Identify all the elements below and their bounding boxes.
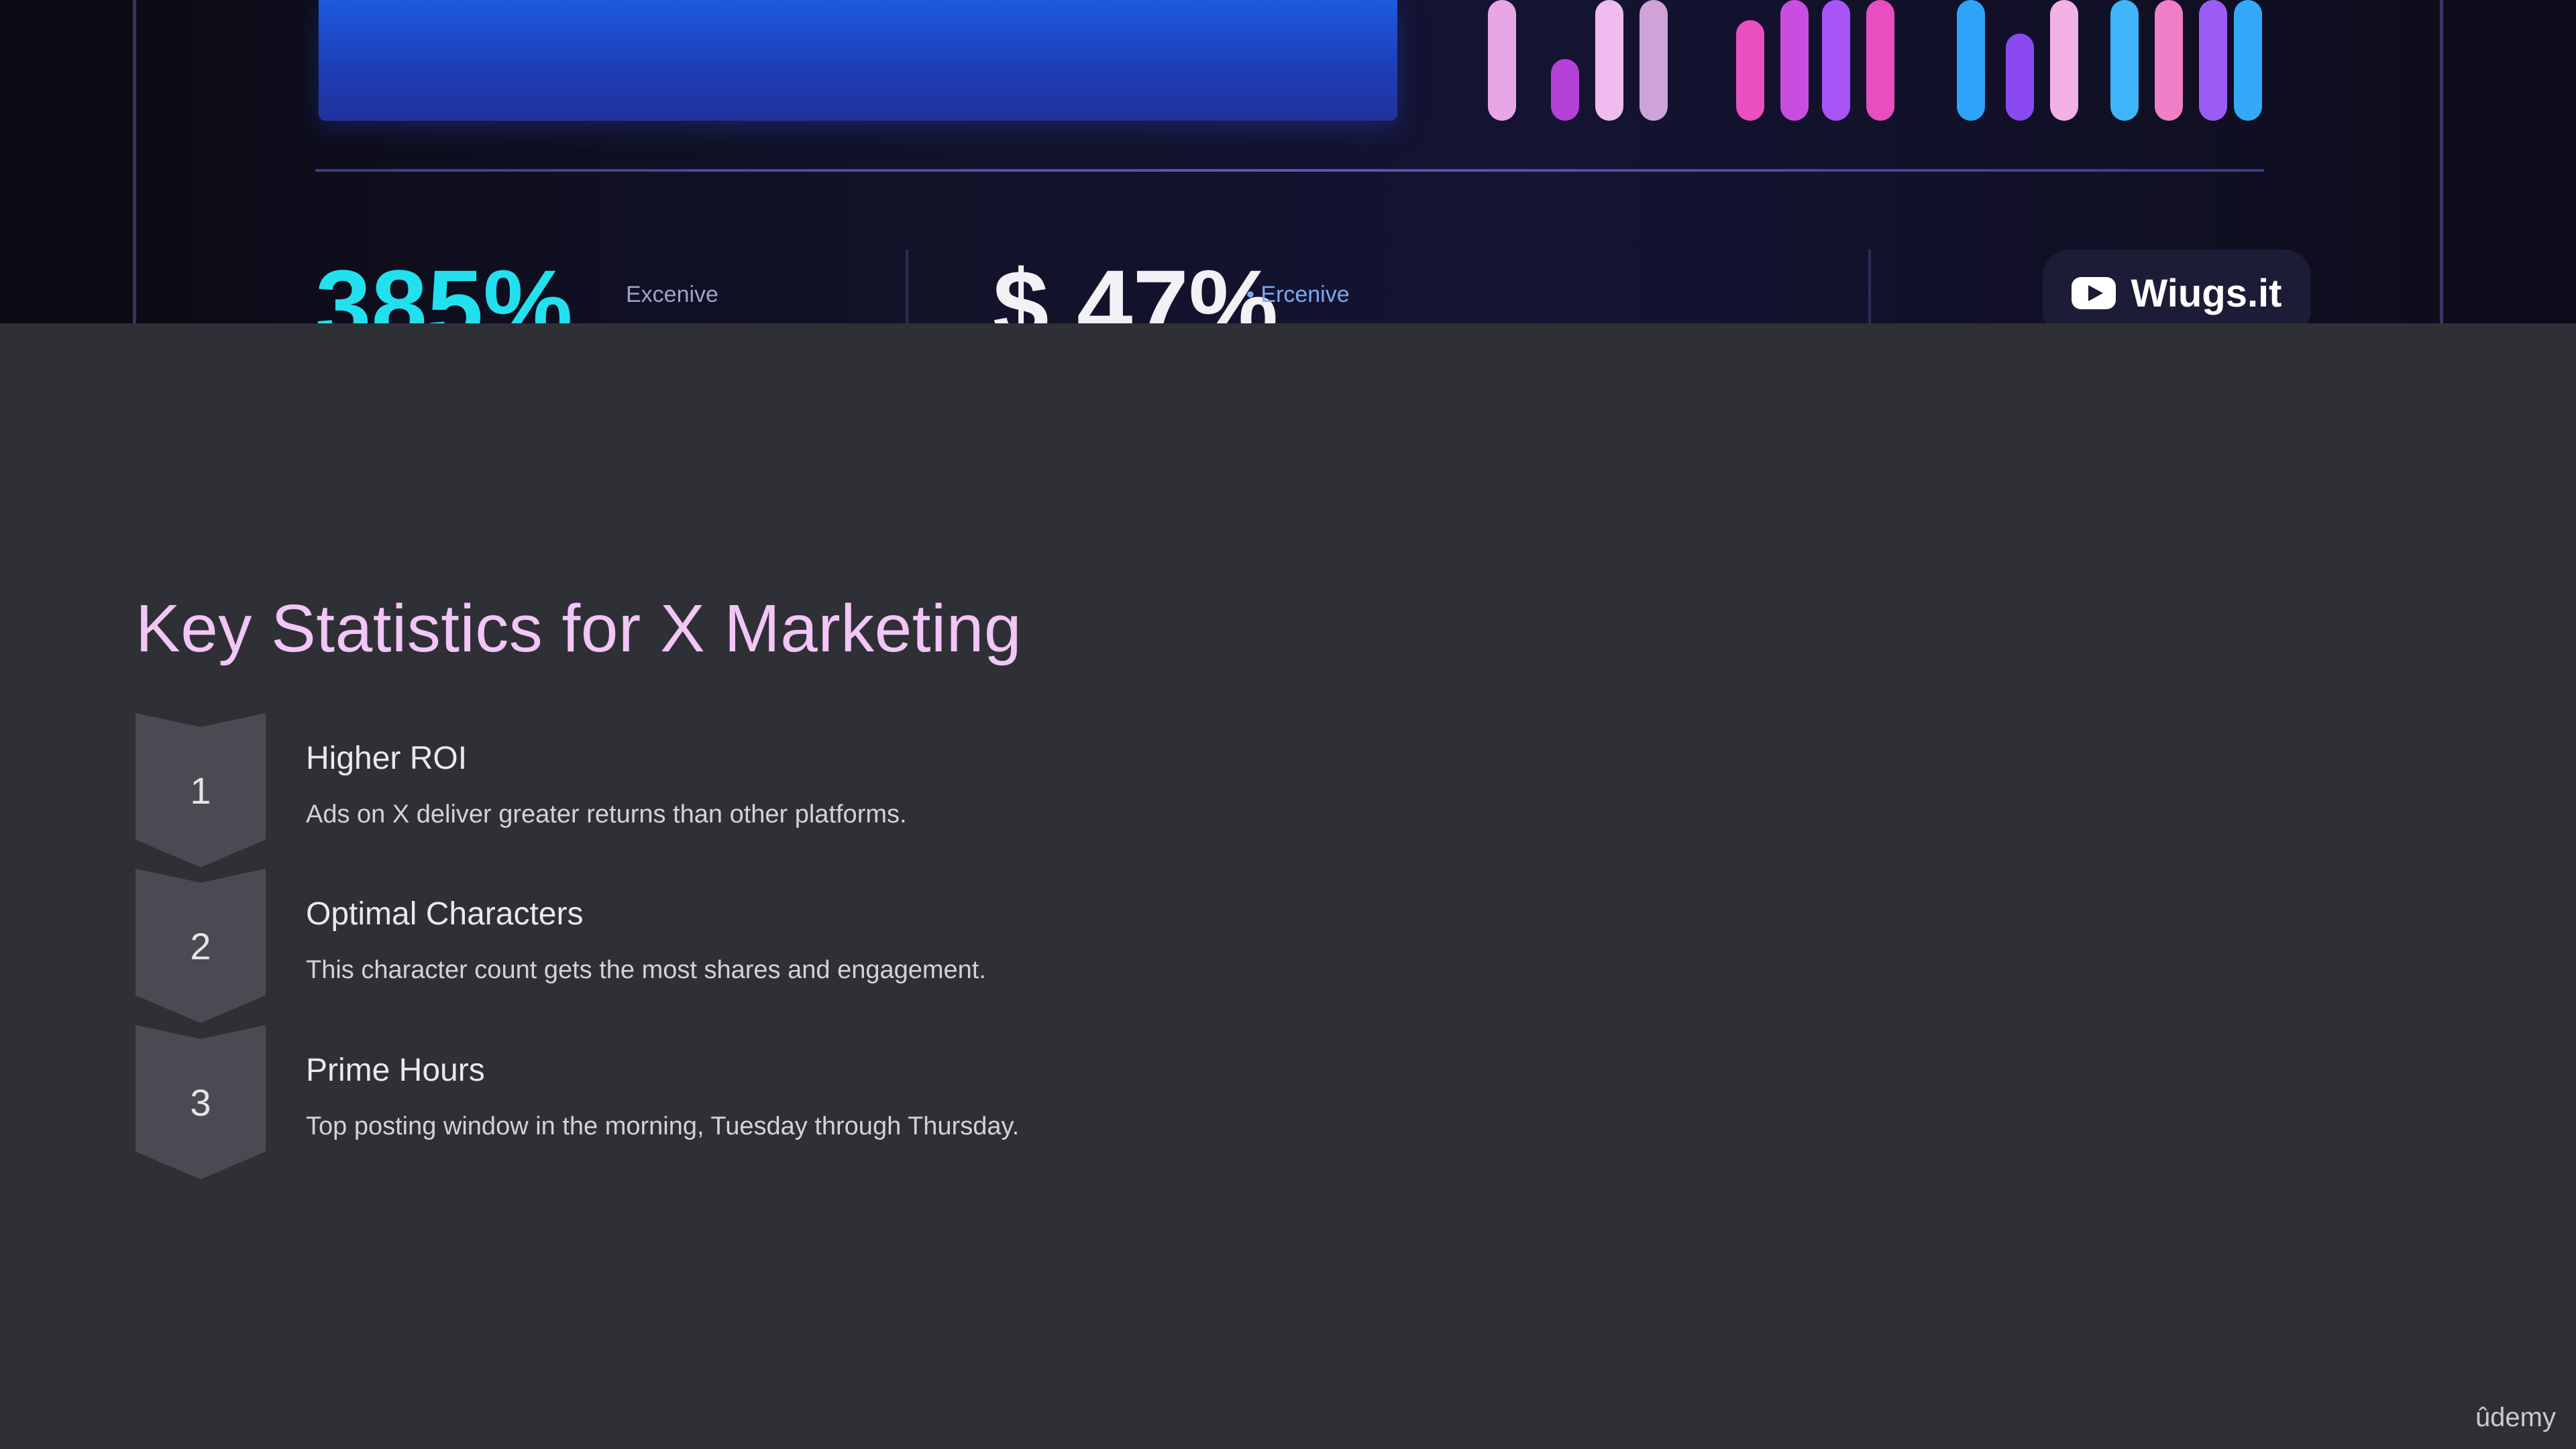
dashboard-banner-image: 385% Excenive $ 47% • Ercenive Wiugs.it — [0, 0, 2576, 323]
frame-edge-left — [133, 0, 136, 323]
frame-edge-right — [2440, 0, 2443, 323]
stat-number: 3 — [190, 1081, 211, 1124]
mini-bar — [1822, 0, 1850, 121]
stat-caption-1: Excenive — [626, 282, 718, 307]
mini-bar — [1551, 59, 1579, 121]
mini-bar — [1595, 0, 1623, 121]
hero-blue-bar — [319, 0, 1397, 121]
udemy-watermark: ûdemy — [2475, 1403, 2556, 1432]
play-icon — [2072, 277, 2116, 309]
channel-badge-label: Wiugs.it — [2131, 271, 2282, 315]
mini-bar — [1488, 0, 1516, 121]
stat-value-2: $ 47% — [993, 249, 1279, 323]
stat-value-1: 385% — [315, 249, 573, 323]
stat-title: Prime Hours — [306, 1053, 485, 1088]
stat-title: Optimal Characters — [306, 896, 584, 932]
mini-bar — [2234, 0, 2262, 121]
mini-bar — [2110, 0, 2139, 121]
banner-divider — [315, 169, 2264, 172]
mini-bar — [1866, 0, 1894, 121]
mini-bar — [1640, 0, 1668, 121]
stat-caption-2: • Ercenive — [1246, 282, 1350, 307]
mini-bar — [2050, 0, 2078, 121]
slide-title: Key Statistics for X Marketing — [136, 591, 1022, 666]
chevron-number-badge: 3 — [136, 1025, 266, 1179]
stat-item-2: 2 Optimal Characters This character coun… — [136, 869, 1343, 1023]
stat-number: 2 — [190, 924, 211, 967]
stat-description: Ads on X deliver greater returns than ot… — [306, 800, 907, 828]
chevron-number-badge: 1 — [136, 713, 266, 867]
stat-separator-2 — [1868, 250, 1871, 323]
stat-separator-1 — [906, 250, 908, 323]
stat-description: Top posting window in the morning, Tuesd… — [306, 1112, 1020, 1140]
stat-description: This character count gets the most share… — [306, 956, 986, 984]
stat-item-3: 3 Prime Hours Top posting window in the … — [136, 1025, 1343, 1179]
chevron-number-badge: 2 — [136, 869, 266, 1023]
mini-bar — [1957, 0, 1985, 121]
mini-bar — [2006, 34, 2034, 121]
channel-badge: Wiugs.it — [2043, 250, 2311, 323]
mini-bar — [1736, 20, 1764, 121]
stat-title: Higher ROI — [306, 741, 468, 776]
mini-bar — [2199, 0, 2227, 121]
mini-bar — [1780, 0, 1809, 121]
stat-item-1: 1 Higher ROI Ads on X deliver greater re… — [136, 713, 1343, 867]
stat-number: 1 — [190, 769, 211, 812]
mini-bar — [2155, 0, 2183, 121]
